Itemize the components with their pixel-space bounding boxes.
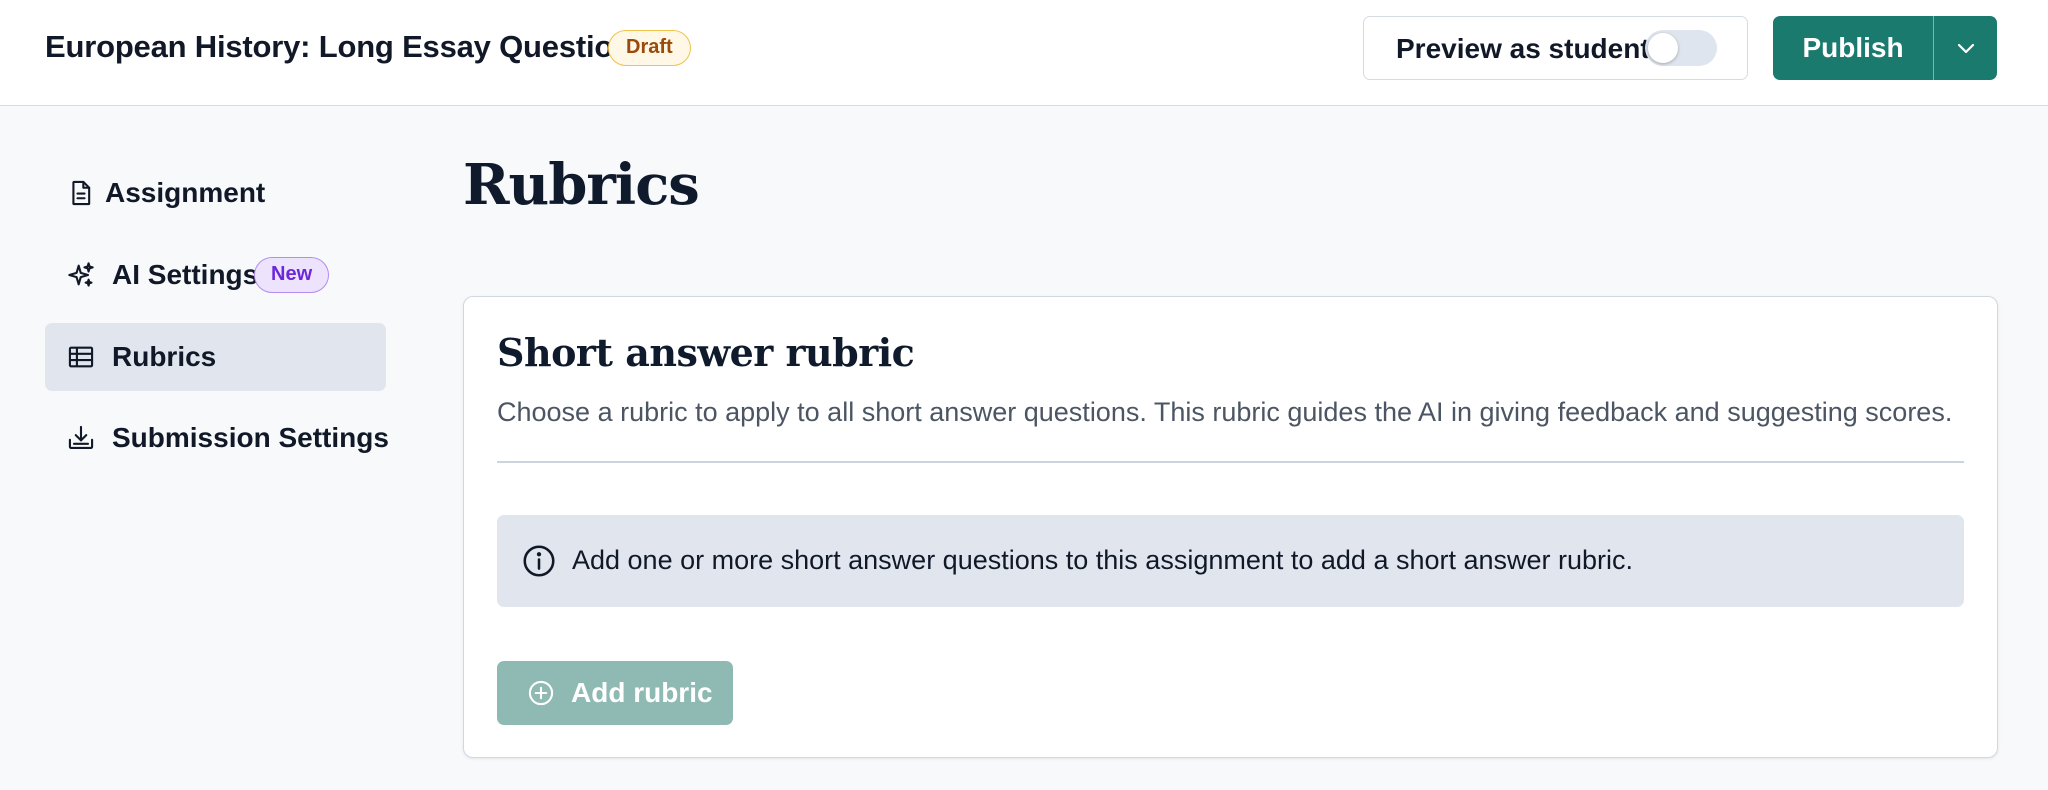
chevron-down-icon	[1957, 43, 1975, 54]
download-tray-icon	[68, 425, 94, 449]
add-rubric-button[interactable]: Add rubric	[497, 661, 733, 725]
add-rubric-label: Add rubric	[571, 677, 713, 708]
info-message: Add one or more short answer questions t…	[572, 545, 1634, 575]
sidebar-item-rubrics[interactable]: Rubrics	[45, 323, 386, 391]
preview-as-student-button[interactable]: Preview as student	[1363, 16, 1748, 80]
card-description: Choose a rubric to apply to all short an…	[497, 397, 1953, 427]
card-title: Short answer rubric	[497, 330, 915, 375]
sidebar-item-submission-settings[interactable]: Submission Settings	[45, 404, 389, 472]
sidebar-item-label: AI Settings	[112, 259, 259, 290]
sparkle-icon	[68, 262, 94, 287]
new-badge: New	[254, 257, 330, 293]
preview-toggle[interactable]	[1645, 30, 1717, 66]
sidebar-item-label: Assignment	[105, 177, 266, 208]
sidebar-item-label: Rubrics	[112, 341, 217, 372]
preview-label: Preview as student	[1396, 33, 1650, 64]
publish-options-button[interactable]	[1933, 16, 1997, 80]
assignment-title: European History: Long Essay Question	[45, 29, 632, 64]
short-answer-rubric-card: Short answer rubric Choose a rubric to a…	[463, 296, 1998, 758]
info-callout: Add one or more short answer questions t…	[497, 515, 1964, 607]
sidebar-item-assignment[interactable]: Assignment	[45, 159, 386, 227]
status-badge: Draft	[608, 30, 691, 66]
divider	[497, 461, 1964, 463]
sidebar-item-label: Submission Settings	[112, 422, 389, 453]
page-title: Rubrics	[463, 152, 700, 218]
table-icon	[68, 346, 94, 368]
toggle-knob	[1648, 33, 1678, 63]
top-bar: European History: Long Essay Question Dr…	[0, 0, 2048, 106]
sidebar-item-ai-settings[interactable]: AI Settings New	[45, 241, 386, 309]
plus-circle-icon	[528, 680, 554, 706]
document-icon	[72, 180, 91, 206]
info-icon	[523, 545, 555, 577]
publish-button[interactable]: Publish	[1773, 16, 1933, 80]
